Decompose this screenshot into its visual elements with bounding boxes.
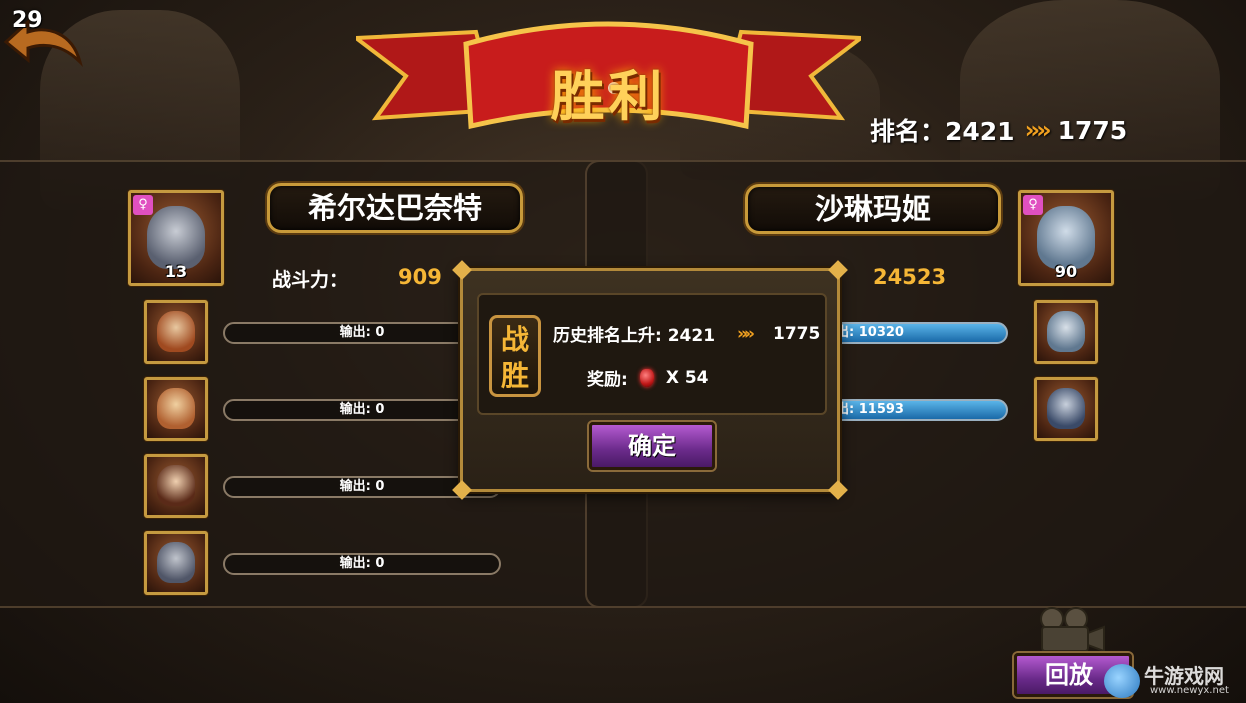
victory-badge: 战胜 [489,315,541,397]
hero-face [1037,205,1095,269]
left-leader-portrait[interactable]: ♀ 13 [128,190,224,286]
left-hero-portrait[interactable] [144,377,208,441]
watermark: 牛游戏网 www.newyx.net [1100,660,1246,703]
right-power-value: 24523 [873,265,947,289]
watermark-url: www.newyx.net [1150,685,1229,696]
left-hero-portrait[interactable] [144,300,208,364]
left-hero-portrait[interactable] [144,531,208,595]
hero-face [157,542,195,583]
hero-face [147,205,205,269]
power-label: 战斗力： [272,269,349,291]
confirm-button[interactable]: 确定 [589,422,715,470]
rank-label: 排名：2421 [870,117,1015,146]
leader-level: 90 [1054,262,1078,281]
right-hero-portrait[interactable] [1034,377,1098,441]
left-hero-portrait[interactable] [144,454,208,518]
reward-line: 奖励: X 54 [587,365,709,391]
right-player-name: 沙琳玛姬 [745,184,1001,234]
history-rank-new: 1775 [773,323,821,344]
right-hero-output-bar: 出: 11593 [826,399,1008,421]
female-icon: ♀ [133,195,153,215]
left-hero-output-bar: 输出: 0 [223,553,501,575]
history-rank-label: 历史排名上升: 2421 [553,326,716,346]
right-hero-output-bar: 出: 10320 [826,322,1008,344]
camera-icon [1040,607,1105,653]
victory-title: 胜利 [550,65,667,128]
leader-level: 13 [164,262,188,281]
rank-arrow-icon: »» [1024,116,1052,144]
hero-face [157,465,195,506]
rank-display: 排名：2421 »» 1775 [870,112,1127,148]
hero-face [157,311,195,352]
right-leader-portrait[interactable]: ♀ 90 [1018,190,1114,286]
watermark-logo-icon [1104,664,1140,698]
history-rank-line: 历史排名上升: 2421 »» 1775 [553,321,821,347]
rank-new-value: 1775 [1057,115,1128,145]
right-hero-portrait[interactable] [1034,300,1098,364]
back-button[interactable]: 29 [0,0,112,74]
reward-amount: X 54 [665,367,709,388]
countdown-counter: 29 [12,8,43,33]
ruby-gem-icon [639,368,654,387]
hero-face [1047,388,1085,429]
result-dialog: 战胜 历史排名上升: 2421 »» 1775 奖励: X 54 确定 [452,260,848,500]
female-icon: ♀ [1023,195,1043,215]
left-player-name: 希尔达巴奈特 [267,183,523,233]
rank-arrow-icon: »» [737,323,755,344]
hero-face [157,388,195,429]
hero-face [1047,311,1085,352]
victory-banner: 胜利 [350,14,867,154]
left-power-value: 909 [398,265,442,289]
reward-label: 奖励: [587,370,628,390]
result-info-box: 战胜 历史排名上升: 2421 »» 1775 奖励: X 54 [477,293,827,415]
